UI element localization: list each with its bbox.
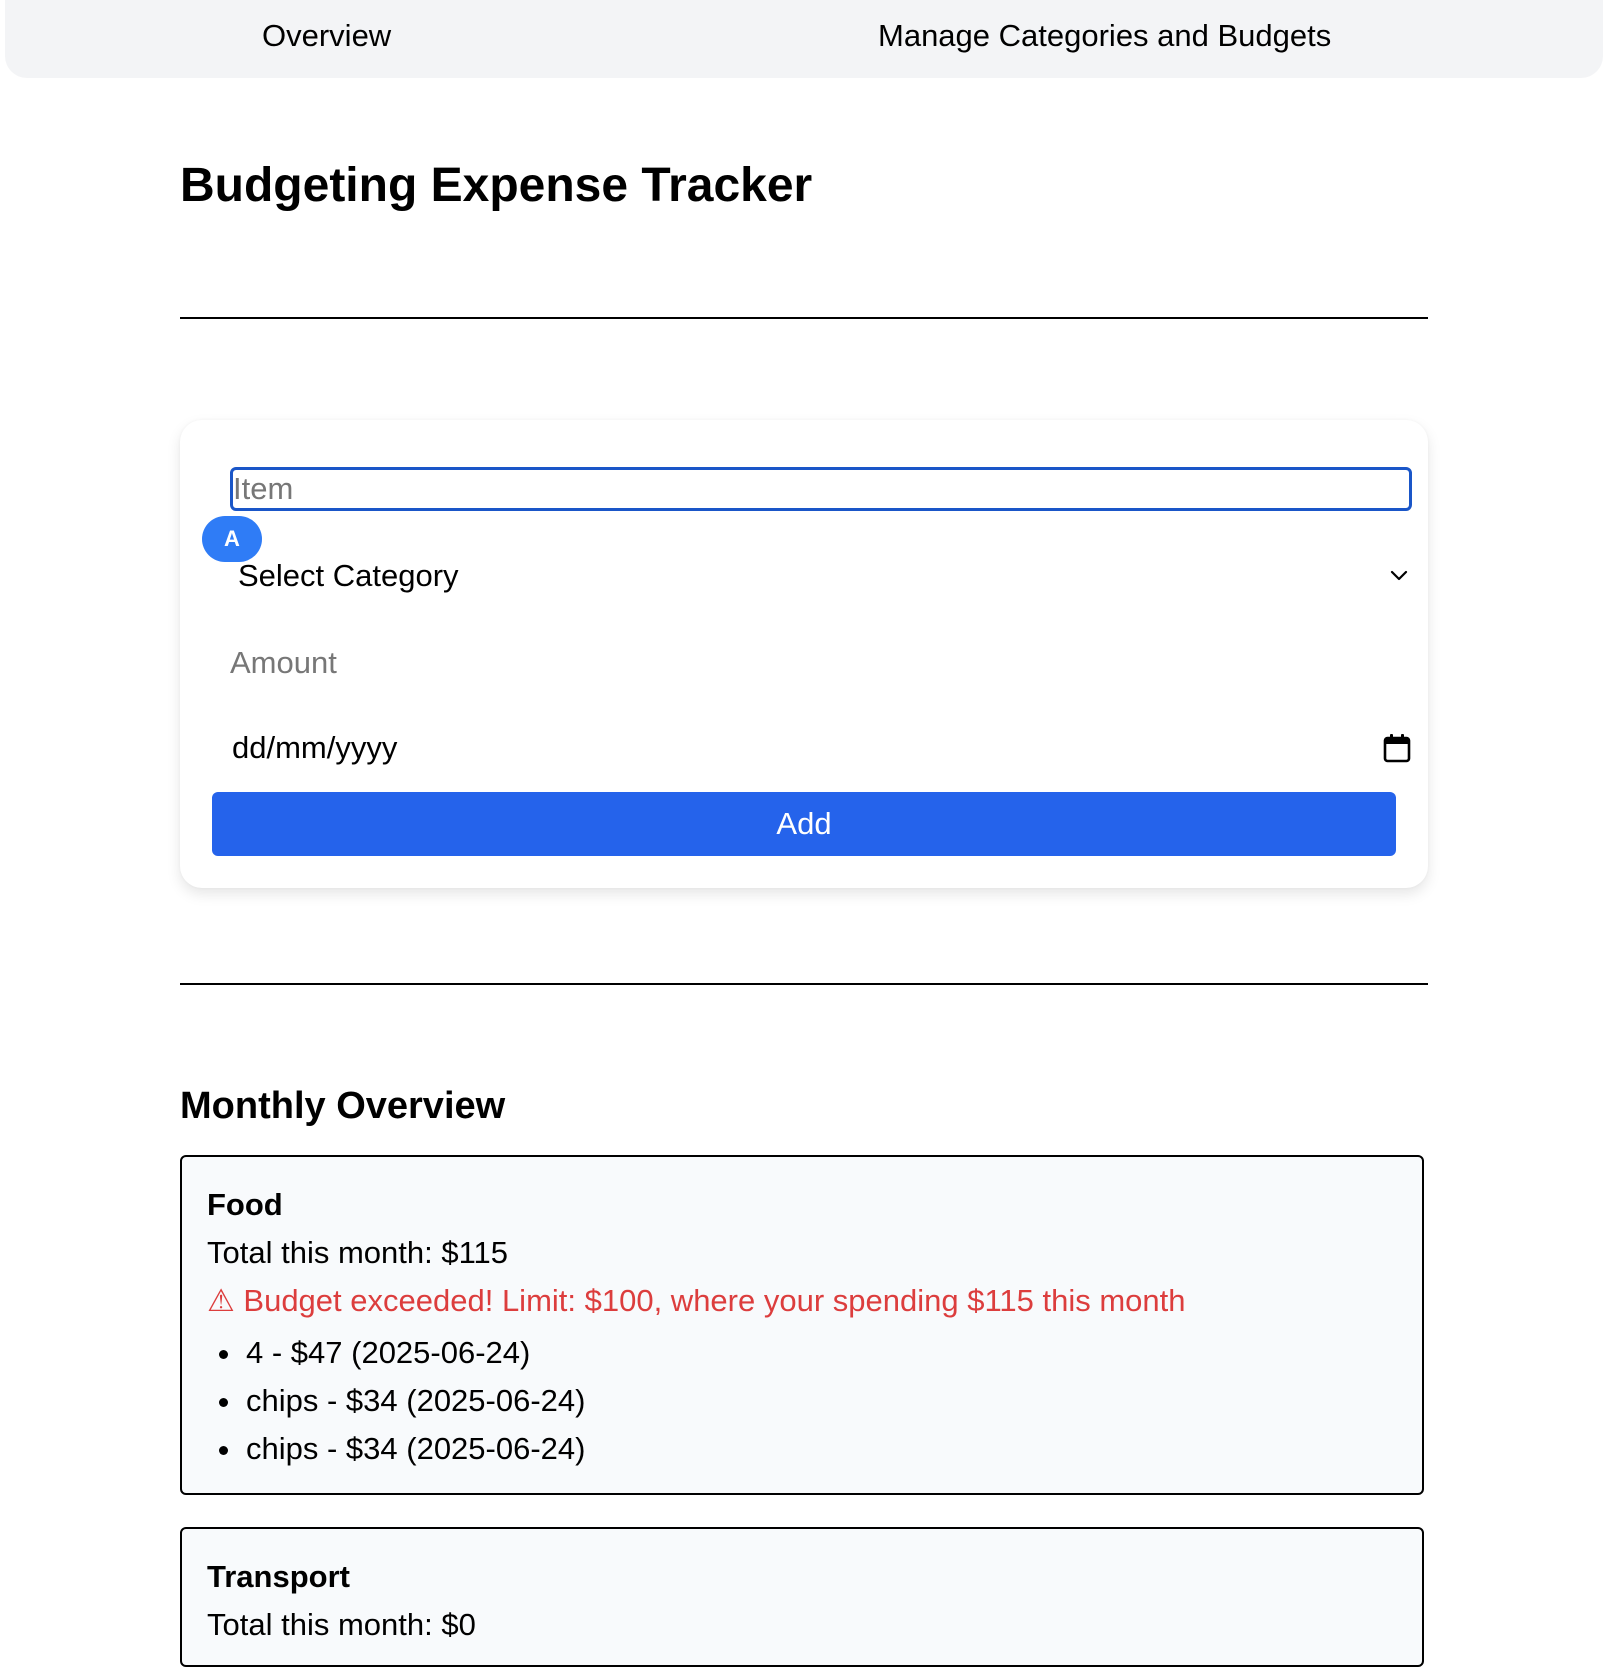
category-select[interactable]: Select Category: [238, 550, 1418, 604]
category-name: Food: [207, 1187, 283, 1222]
add-expense-form: A Select Category dd/mm/yyyy Add: [180, 420, 1428, 888]
nav-overview-link[interactable]: Overview: [262, 18, 391, 54]
expense-text: 4 - $47 (2025-06-24): [246, 1335, 531, 1370]
chevron-down-icon: [1390, 570, 1408, 581]
divider: [180, 983, 1428, 985]
list-item: chips - $34 (2025-06-24): [207, 1377, 585, 1425]
bullet-icon: [219, 1398, 228, 1407]
list-item: chips - $34 (2025-06-24): [207, 1425, 585, 1473]
budget-exceeded-warning: ⚠ Budget exceeded! Limit: $100, where yo…: [207, 1283, 1186, 1318]
category-name: Transport: [207, 1559, 350, 1594]
expense-text: chips - $34 (2025-06-24): [246, 1431, 586, 1466]
category-card-transport: Transport Total this month: $0: [180, 1527, 1424, 1667]
category-card-food: Food Total this month: $115 ⚠ Budget exc…: [180, 1155, 1424, 1495]
list-item: 4 - $47 (2025-06-24): [207, 1329, 585, 1377]
divider: [180, 317, 1428, 319]
expense-text: chips - $34 (2025-06-24): [246, 1383, 586, 1418]
nav-manage-categories-link[interactable]: Manage Categories and Budgets: [878, 18, 1331, 54]
expense-list: 4 - $47 (2025-06-24) chips - $34 (2025-0…: [207, 1329, 585, 1473]
bullet-icon: [219, 1350, 228, 1359]
category-select-value: Select Category: [238, 558, 459, 593]
item-input[interactable]: [230, 467, 1412, 511]
category-total: Total this month: $0: [207, 1607, 476, 1642]
amount-input[interactable]: [230, 638, 1410, 688]
calendar-icon[interactable]: [1382, 732, 1412, 764]
page-title: Budgeting Expense Tracker: [180, 159, 813, 212]
monthly-overview-title: Monthly Overview: [180, 1085, 506, 1127]
add-button[interactable]: Add: [212, 792, 1396, 856]
date-input[interactable]: dd/mm/yyyy: [232, 722, 1412, 778]
top-navigation: Overview Manage Categories and Budgets: [5, 0, 1603, 78]
bullet-icon: [219, 1446, 228, 1455]
category-total: Total this month: $115: [207, 1235, 508, 1270]
date-placeholder: dd/mm/yyyy: [232, 730, 398, 765]
